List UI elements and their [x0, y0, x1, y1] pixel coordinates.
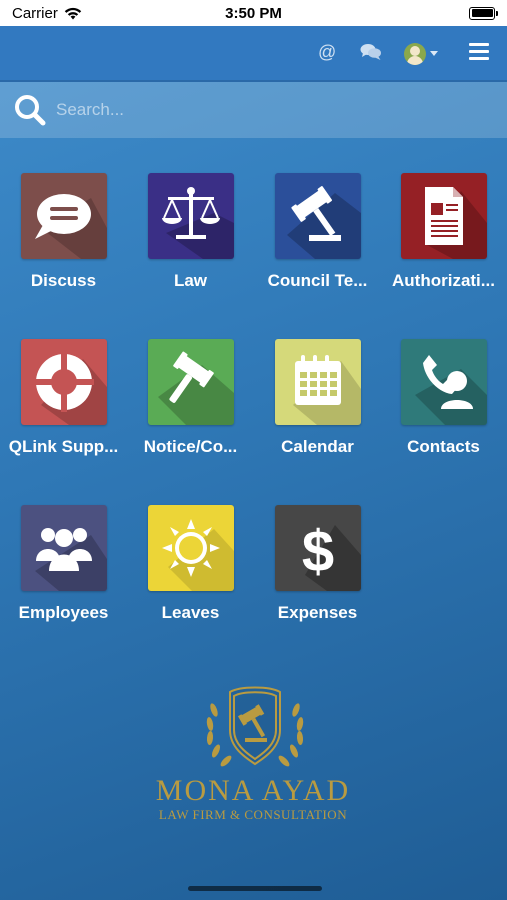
app-tile-qlink[interactable] [20, 339, 107, 425]
dollar-icon: $ [301, 519, 361, 591]
app-tile-discuss[interactable] [20, 173, 107, 259]
app-label: Notice/Co... [143, 437, 238, 456]
app-tile-authorization[interactable] [400, 173, 487, 259]
app-label: Employees [18, 603, 109, 622]
app-tile-employees[interactable] [20, 505, 107, 591]
battery-icon [469, 6, 498, 20]
gavel-icon [157, 351, 234, 425]
firm-name: MONA AYAD [155, 774, 351, 807]
at-icon[interactable]: @ [318, 42, 336, 63]
search-bar [0, 82, 507, 138]
scales-icon [161, 187, 234, 259]
app-label: Expenses [277, 603, 358, 622]
firm-subtitle: LAW FIRM & CONSULTATION [158, 807, 348, 822]
app-authorization[interactable]: Authorizati... [380, 173, 507, 323]
app-law[interactable]: Law [127, 173, 254, 323]
app-employees[interactable]: Employees [0, 505, 127, 655]
gavel-icon [286, 186, 361, 259]
app-calendar[interactable]: Calendar [254, 339, 381, 489]
app-leaves[interactable]: Leaves [127, 505, 254, 655]
app-tile-expenses[interactable]: $ [274, 505, 361, 591]
app-label: Discuss [30, 271, 97, 290]
svg-text:$: $ [301, 519, 333, 584]
wifi-icon [64, 7, 82, 19]
app-tile-leaves[interactable] [147, 505, 234, 591]
app-tile-council[interactable] [274, 173, 361, 259]
app-tile-notice[interactable] [147, 339, 234, 425]
people-group-icon [34, 528, 107, 591]
app-label: Council Te... [267, 271, 368, 290]
app-contacts[interactable]: Contacts [380, 339, 507, 489]
app-tile-calendar[interactable] [274, 339, 361, 425]
app-council[interactable]: Council Te... [254, 173, 381, 323]
app-notice[interactable]: Notice/Co... [127, 339, 254, 489]
avatar[interactable] [404, 43, 426, 65]
app-expenses[interactable]: $ Expenses [254, 505, 381, 655]
top-navbar: @ [0, 26, 507, 82]
sun-icon [161, 519, 234, 591]
app-discuss[interactable]: Discuss [0, 173, 127, 323]
status-bar: Carrier 3:50 PM [0, 0, 507, 26]
app-label: Law [173, 271, 208, 290]
chat-bubble-icon [34, 194, 107, 259]
calendar-icon [292, 355, 361, 425]
search-input[interactable] [56, 94, 486, 126]
hamburger-menu-icon[interactable] [469, 43, 489, 61]
app-label: Contacts [407, 437, 480, 456]
contact-phone-icon [414, 355, 487, 425]
caret-down-icon[interactable] [430, 51, 438, 56]
app-tile-contacts[interactable] [400, 339, 487, 425]
search-icon [15, 95, 46, 126]
carrier-area: Carrier [12, 5, 82, 22]
app-label: Calendar [281, 437, 354, 456]
app-tile-law[interactable] [147, 173, 234, 259]
app-label: QLink Supp... [8, 437, 119, 456]
chat-icon[interactable] [360, 43, 382, 61]
app-label: Authorizati... [392, 271, 495, 290]
carrier-label: Carrier [12, 4, 58, 22]
document-icon [424, 187, 487, 259]
app-label: Leaves [161, 603, 220, 622]
app-qlink-support[interactable]: QLink Supp... [0, 339, 127, 489]
home-indicator [188, 886, 322, 891]
lifebuoy-icon [33, 352, 107, 425]
